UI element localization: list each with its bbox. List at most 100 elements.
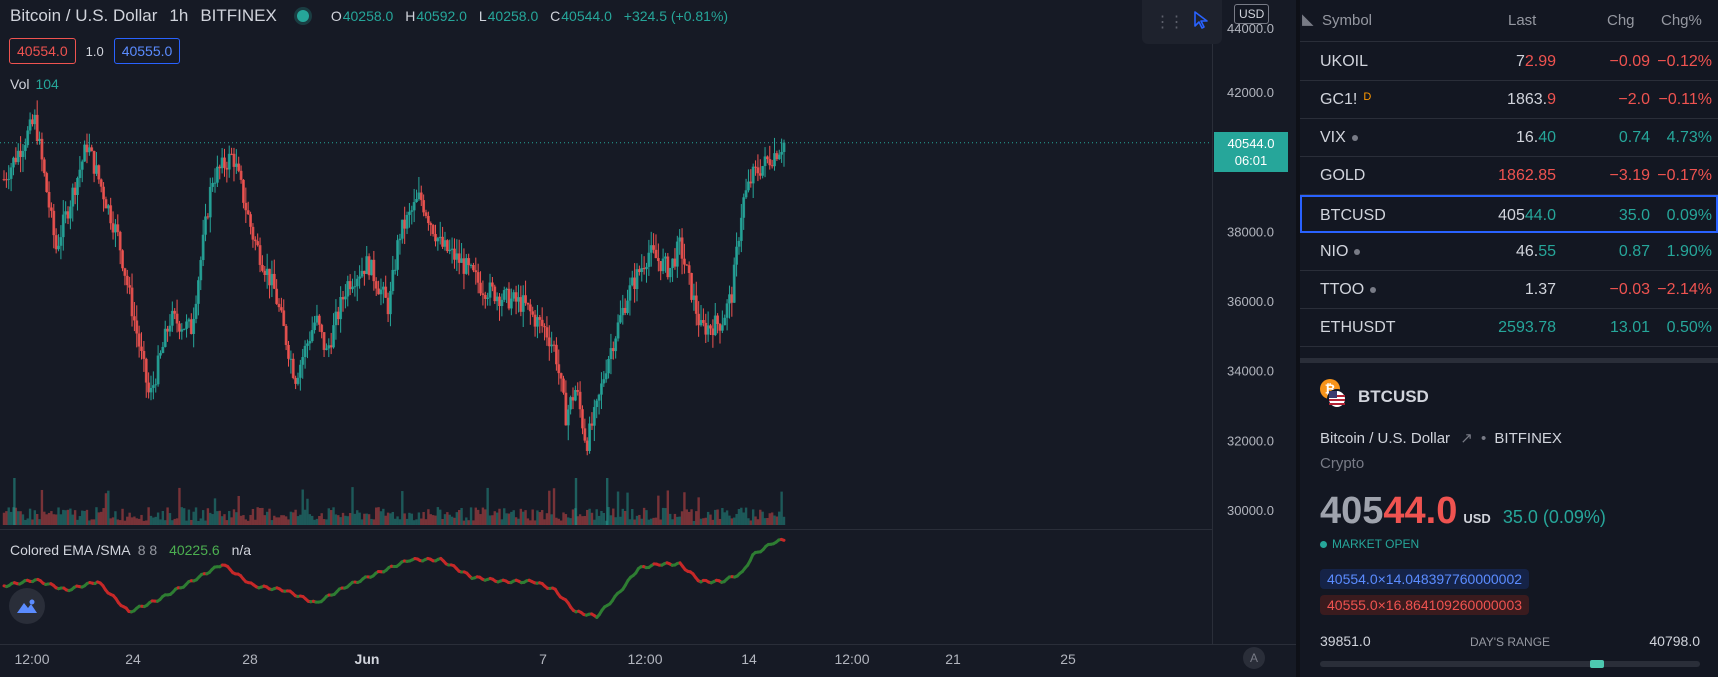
column-chgp[interactable]: Chg% bbox=[1661, 12, 1702, 29]
volume-bar bbox=[488, 515, 492, 525]
candle-body bbox=[415, 199, 418, 203]
drag-handle-icon[interactable]: ⋮⋮ bbox=[1155, 12, 1185, 32]
ema-value: 40225.6 bbox=[169, 542, 220, 558]
volume-bar bbox=[356, 510, 359, 525]
watchlist-row[interactable]: TTOO 1.37 −0.03 −2.14% bbox=[1300, 271, 1718, 309]
volume-bar bbox=[289, 511, 293, 525]
volume-bar bbox=[306, 498, 309, 525]
volume-bar bbox=[692, 520, 696, 525]
volume-bar bbox=[313, 519, 316, 525]
volume-bar bbox=[545, 513, 549, 525]
volume-bar bbox=[235, 512, 238, 525]
candle-body bbox=[144, 358, 148, 383]
volume-bar bbox=[372, 519, 376, 525]
row-chg: −0.03 bbox=[1609, 281, 1650, 298]
row-last: 40544.0 bbox=[1498, 207, 1556, 224]
row-symbol: VIX bbox=[1320, 129, 1358, 147]
candle-body bbox=[687, 265, 691, 273]
cursor-icon[interactable] bbox=[1192, 10, 1210, 35]
watchlist-header: ◣ Symbol Last Chg Chg% bbox=[1300, 0, 1718, 42]
auto-scale-button[interactable]: A bbox=[1243, 647, 1265, 669]
row-chg: −3.19 bbox=[1609, 167, 1650, 184]
volume-bar bbox=[232, 509, 236, 525]
volume-bar bbox=[728, 515, 731, 525]
volume-bar bbox=[318, 516, 321, 525]
candle-body bbox=[716, 315, 720, 324]
volume-bar bbox=[533, 520, 537, 525]
candle-body bbox=[50, 207, 53, 211]
candle-body bbox=[168, 325, 172, 332]
candle-body bbox=[777, 154, 781, 160]
candle-body bbox=[751, 166, 755, 184]
candle-body bbox=[291, 358, 295, 379]
volume-bar bbox=[514, 517, 518, 525]
price-chart[interactable]: 30000.032000.034000.036000.038000.040000… bbox=[0, 0, 1296, 677]
volume-bar bbox=[439, 509, 442, 525]
watchlist-row[interactable]: GOLD 1862.85 −3.19 −0.17% bbox=[1300, 157, 1718, 195]
row-chgp: −0.17% bbox=[1657, 167, 1712, 184]
watchlist-row[interactable]: UKOIL 72.99 −0.09 −0.12% bbox=[1300, 43, 1718, 81]
candle-body bbox=[490, 282, 494, 287]
volume-bar bbox=[586, 509, 589, 525]
volume-bar bbox=[631, 509, 634, 525]
buy-button[interactable]: 40555.0 bbox=[113, 38, 181, 64]
volume-bar bbox=[657, 495, 660, 525]
volume-bar bbox=[768, 513, 771, 525]
sell-button[interactable]: 40554.0 bbox=[9, 38, 76, 64]
candle-body bbox=[694, 295, 698, 314]
candle-body bbox=[412, 202, 416, 211]
volume-bar bbox=[476, 509, 480, 525]
volume-bar bbox=[559, 520, 563, 525]
volume-bar bbox=[337, 515, 340, 525]
volume-bar bbox=[85, 509, 89, 525]
volume-bar bbox=[766, 518, 769, 525]
volume-bar bbox=[422, 512, 425, 525]
volume-bar bbox=[782, 516, 786, 525]
volume-bar bbox=[246, 520, 250, 525]
x-tick-label: 21 bbox=[945, 651, 961, 667]
legend-symbol[interactable]: Bitcoin / U.S. Dollar bbox=[10, 6, 157, 26]
candle-body bbox=[732, 264, 736, 303]
legend-interval[interactable]: 1h bbox=[169, 6, 188, 26]
chart-pane[interactable]: 30000.032000.034000.036000.038000.040000… bbox=[0, 0, 1296, 677]
ema-indicator-legend[interactable]: Colored EMA /SMA 8 8 40225.6 n/a bbox=[10, 542, 251, 558]
column-symbol[interactable]: Symbol bbox=[1322, 12, 1372, 29]
candle-body bbox=[555, 344, 558, 365]
candle-body bbox=[320, 324, 324, 333]
watchlist-row[interactable]: GC1! D 1863.9 −2.0 −0.11% bbox=[1300, 81, 1718, 119]
candle-body bbox=[208, 186, 212, 218]
candle-body bbox=[102, 186, 105, 200]
candle-body bbox=[531, 311, 535, 315]
market-status-dot-icon bbox=[296, 10, 309, 22]
column-chg[interactable]: Chg bbox=[1607, 12, 1635, 29]
watchlist-row[interactable]: BTCUSD 40544.0 35.0 0.09% bbox=[1300, 195, 1718, 233]
row-chgp: 0.09% bbox=[1666, 207, 1712, 224]
volume-bar bbox=[424, 519, 428, 525]
volume-bar bbox=[638, 514, 641, 525]
x-tick-label: 14 bbox=[741, 651, 757, 667]
volume-bar bbox=[133, 516, 136, 525]
collapse-icon[interactable]: ◣ bbox=[1302, 10, 1314, 28]
details-symbol[interactable]: BTCUSD bbox=[1358, 387, 1429, 407]
volume-bar bbox=[294, 509, 297, 525]
candle-body bbox=[282, 310, 286, 326]
volume-bar bbox=[282, 515, 285, 525]
watchlist-row[interactable]: VIX 16.40 0.74 4.73% bbox=[1300, 119, 1718, 157]
column-last[interactable]: Last bbox=[1508, 12, 1536, 29]
candle-body bbox=[607, 359, 610, 374]
volume-bar bbox=[73, 510, 77, 525]
candle-body bbox=[723, 317, 727, 326]
external-link-icon[interactable]: ↗ bbox=[1460, 430, 1473, 447]
watchlist-row[interactable]: NIO 46.55 0.87 1.90% bbox=[1300, 233, 1718, 271]
volume-bar bbox=[104, 493, 108, 525]
volume-bar bbox=[303, 509, 307, 525]
candle-body bbox=[761, 166, 765, 176]
candle-body bbox=[298, 364, 302, 378]
y-tick-label: 34000.0 bbox=[1227, 364, 1274, 379]
tradingview-logo-icon[interactable] bbox=[9, 588, 45, 624]
volume-bar bbox=[71, 514, 74, 525]
volume-bar bbox=[358, 512, 361, 525]
currency-badge[interactable]: USD bbox=[1234, 4, 1270, 24]
watchlist-row[interactable]: ETHUSDT 2593.78 13.01 0.50% bbox=[1300, 309, 1718, 347]
candle-body bbox=[185, 321, 188, 329]
